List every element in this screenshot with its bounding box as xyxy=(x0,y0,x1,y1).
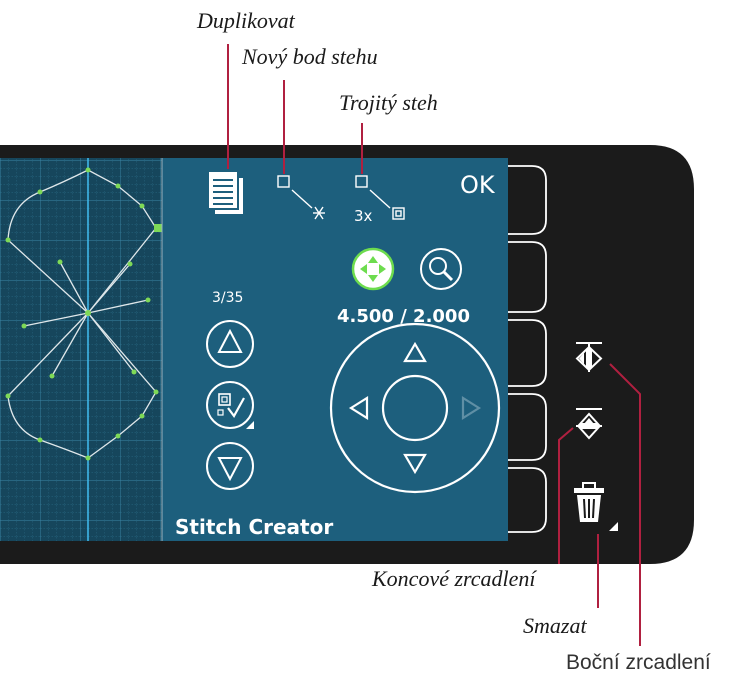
stitch-grid xyxy=(0,158,162,541)
ok-button[interactable]: OK xyxy=(460,171,496,199)
selected-stitch-point xyxy=(154,224,162,232)
move-arrows-icon[interactable] xyxy=(351,247,395,291)
stitch-counter: 3/35 xyxy=(212,290,243,306)
document-copy-icon[interactable] xyxy=(207,170,245,216)
triple-stitch-label: 3x xyxy=(354,207,373,225)
machine-panel: 3x OK 3/35 4.500 / 2.000 Stitch Creator xyxy=(0,44,694,646)
app-title: Stitch Creator xyxy=(175,515,333,539)
